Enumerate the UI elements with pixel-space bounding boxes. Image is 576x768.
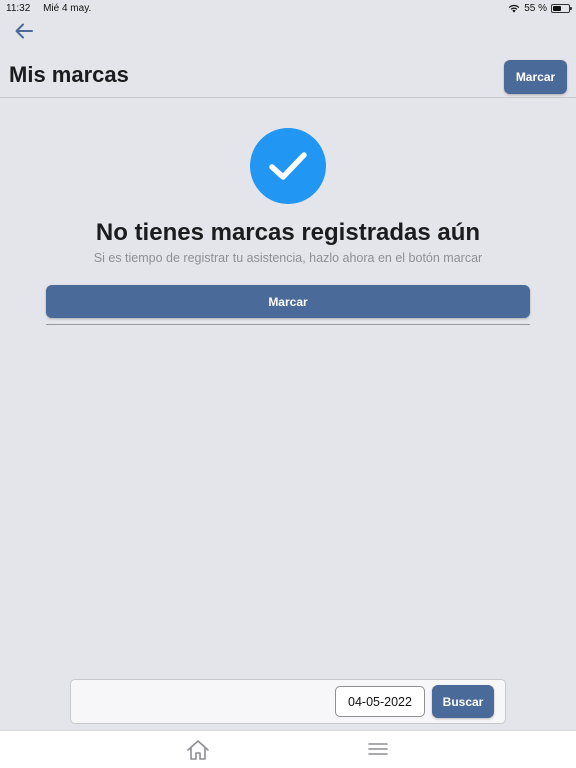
status-right: 55 %: [508, 2, 572, 14]
tab-menu[interactable]: [368, 741, 388, 757]
status-bar: 11:32 Mié 4 may. 55 %: [0, 0, 576, 16]
arrow-left-icon: [15, 23, 33, 39]
wifi-icon: [509, 4, 520, 12]
status-date: Mié 4 may.: [43, 2, 92, 14]
header-marcar-button[interactable]: Marcar: [504, 60, 567, 94]
buscar-button[interactable]: Buscar: [432, 685, 494, 718]
header: Mis marcas Marcar: [0, 58, 576, 98]
tab-home[interactable]: [186, 739, 210, 761]
battery-fill: [553, 5, 562, 11]
checkmark-icon: [269, 152, 307, 180]
empty-state-title: No tienes marcas registradas aún: [95, 219, 481, 246]
tab-bar: [0, 730, 576, 768]
back-button[interactable]: [14, 22, 36, 42]
search-bar: Buscar: [70, 679, 506, 724]
status-left: 11:32 Mié 4 may.: [6, 3, 101, 14]
success-badge: [250, 128, 326, 204]
divider: [46, 324, 530, 325]
menu-icon: [368, 743, 388, 755]
page-title: Mis marcas: [9, 62, 129, 87]
date-input[interactable]: [335, 686, 425, 717]
battery-icon: [551, 3, 572, 13]
home-icon: [187, 740, 209, 760]
marcar-button[interactable]: Marcar: [46, 285, 530, 318]
status-time: 11:32: [6, 2, 31, 14]
empty-state-subtitle: Si es tiempo de registrar tu asistencia,…: [93, 251, 483, 265]
battery-text: 55 %: [524, 2, 547, 14]
